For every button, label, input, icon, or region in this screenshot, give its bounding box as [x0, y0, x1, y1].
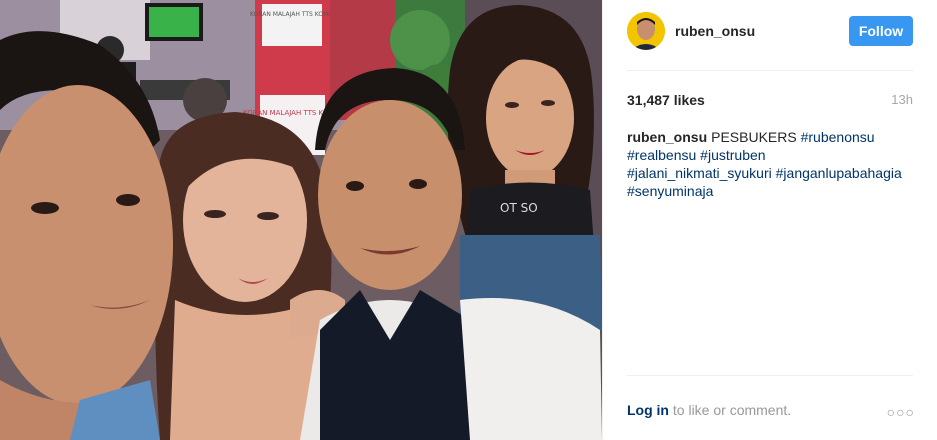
follow-button[interactable]: Follow — [849, 16, 913, 46]
hashtag[interactable]: #justruben — [700, 147, 765, 163]
hashtag[interactable]: #realbensu — [627, 147, 696, 163]
post-time[interactable]: 13h — [891, 92, 913, 107]
avatar-image — [627, 12, 665, 50]
hashtag[interactable]: #jalani_nikmati_syukuri — [627, 165, 772, 181]
svg-text:OT SO: OT SO — [500, 201, 538, 215]
caption-username[interactable]: ruben_onsu — [627, 129, 707, 145]
more-options-icon[interactable]: ○○○ — [887, 404, 915, 420]
post-photo[interactable]: KORAN MALAJAH TTS KOMIK KORAN MALAJAH TT… — [0, 0, 602, 440]
post-header: ruben_onsu Follow — [627, 12, 913, 52]
login-link[interactable]: Log in — [627, 402, 669, 418]
divider — [627, 70, 913, 71]
hashtag[interactable]: #janganlupabahagia — [776, 165, 902, 181]
hashtag[interactable]: #rubenonsu — [801, 129, 875, 145]
selfie-image: KORAN MALAJAH TTS KOMIK KORAN MALAJAH TT… — [0, 0, 602, 440]
post-sidebar: ruben_onsu Follow 31,487 likes 13h ruben… — [602, 0, 937, 440]
likes-count[interactable]: 31,487 likes — [627, 92, 705, 108]
caption-text: PESBUKERS — [711, 129, 797, 145]
svg-text:KORAN MALAJAH TTS KOMIK: KORAN MALAJAH TTS KOMIK — [250, 11, 335, 18]
caption: ruben_onsu PESBUKERS #rubenonsu #realbens… — [627, 128, 912, 200]
divider — [627, 375, 913, 376]
hashtag[interactable]: #senyuminaja — [627, 183, 713, 199]
username-link[interactable]: ruben_onsu — [675, 23, 755, 39]
comment-prompt-text: to like or comment. — [669, 402, 792, 418]
comment-prompt: Log in to like or comment. — [627, 402, 791, 418]
avatar[interactable] — [627, 12, 665, 50]
